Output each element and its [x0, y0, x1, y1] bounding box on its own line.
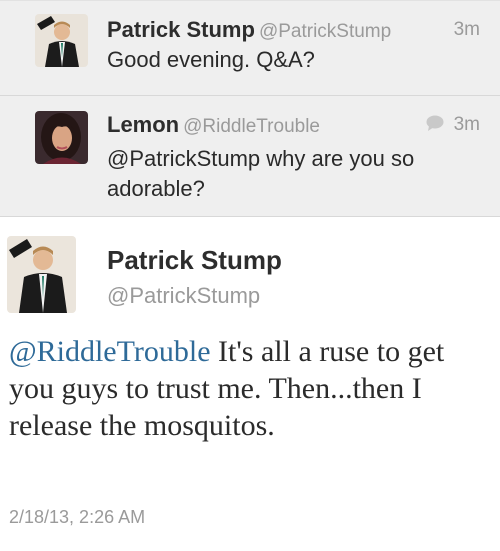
- tweet-text: @PatrickStump why are you so adorable?: [107, 146, 415, 201]
- mention-link[interactable]: @RiddleTrouble: [9, 335, 211, 368]
- tweet-text: Good evening. Q&A?: [107, 47, 315, 72]
- author-handle[interactable]: @RiddleTrouble: [183, 116, 320, 137]
- tweet-row[interactable]: Lemon @RiddleTrouble 3m @PatrickStump why…: [0, 96, 500, 217]
- tweet-timestamp: 2/18/13, 2:26 AM: [9, 507, 146, 527]
- author-name[interactable]: Lemon: [107, 112, 179, 137]
- tweet-time: 3m: [453, 114, 480, 135]
- tweet-header: Patrick Stump @PatrickStump: [107, 17, 391, 43]
- tweet-body: @RiddleTrouble It's all a ruse to get yo…: [9, 333, 486, 444]
- author-handle[interactable]: @PatrickStump: [259, 21, 391, 42]
- author-name[interactable]: Patrick Stump: [107, 245, 282, 276]
- tweet-header: Lemon @RiddleTrouble: [107, 112, 320, 138]
- avatar[interactable]: [35, 14, 88, 67]
- tweet-time: 3m: [453, 19, 480, 40]
- avatar[interactable]: [35, 111, 88, 164]
- author-handle[interactable]: @PatrickStump: [107, 283, 260, 309]
- author-name[interactable]: Patrick Stump: [107, 17, 255, 42]
- avatar[interactable]: [7, 236, 76, 313]
- focused-tweet: Patrick Stump @PatrickStump @RiddleTroub…: [0, 217, 500, 551]
- tweet-row[interactable]: Patrick Stump @PatrickStump 3m Good eveni…: [0, 0, 500, 96]
- speech-bubble-icon: [426, 115, 444, 131]
